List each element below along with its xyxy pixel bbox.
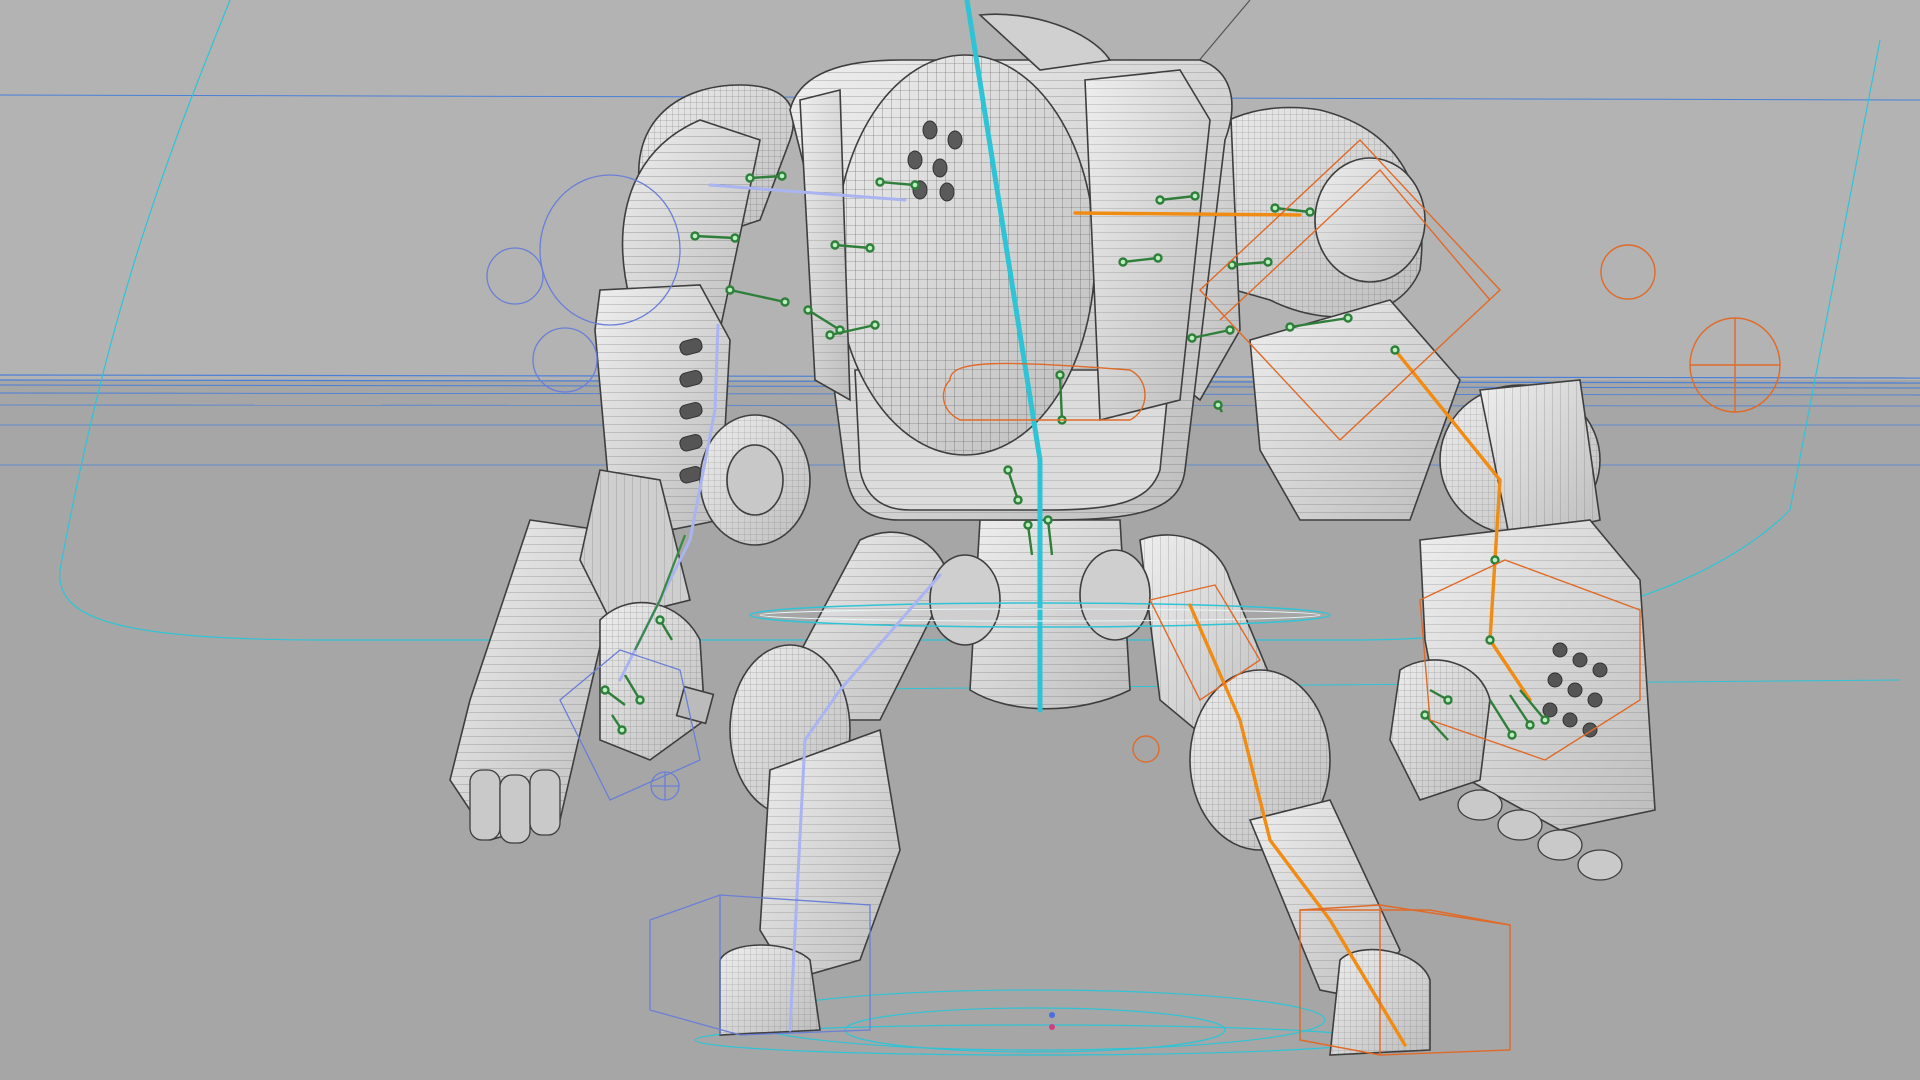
viewport-canvas[interactable] <box>0 0 1920 1080</box>
origin-dot-pink <box>1049 1024 1055 1030</box>
3d-viewport[interactable] <box>0 0 1920 1080</box>
origin-dot-blue <box>1049 1012 1055 1018</box>
